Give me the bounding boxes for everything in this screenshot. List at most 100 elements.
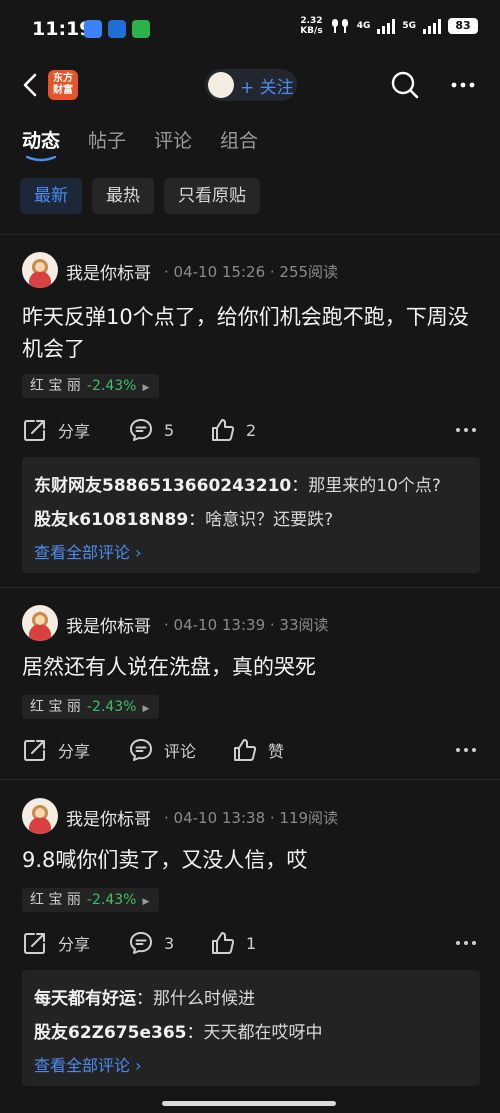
thumbs-up-icon	[234, 739, 257, 761]
comment-user[interactable]: 东财网友5886513660243210	[34, 476, 291, 496]
post-content[interactable]: 9.8喊你们卖了，又没人信，哎	[22, 844, 482, 876]
speed-unit: KB/s	[300, 26, 323, 36]
comment-item[interactable]: 股友k610818N89：啥意识？还要跌?	[34, 505, 468, 539]
avatar[interactable]	[22, 798, 58, 834]
stock-tag[interactable]: 红 宝 丽 -2.43% ▶	[22, 695, 160, 719]
avatar	[208, 72, 234, 98]
divider	[0, 234, 500, 235]
share-button[interactable]: 分享	[22, 928, 90, 958]
eastmoney-logo: 东方 财富	[48, 70, 78, 100]
post-item: 我是你标哥 · 04-10 13:39 · 33阅读 居然还有人说在洗盘，真的哭…	[0, 605, 500, 778]
share-label: 分享	[58, 742, 91, 761]
post-meta: · 04-10 13:39 · 33阅读	[164, 616, 329, 634]
tab-portfolio[interactable]: 组合	[220, 126, 258, 153]
like-button[interactable]: 1	[210, 928, 256, 958]
post-content[interactable]: 昨天反弹10个点了，给你们机会跑不跑，下周没机会了	[22, 301, 482, 365]
filter-hottest[interactable]: 最热	[92, 178, 154, 214]
comment-count: 5	[164, 420, 175, 440]
post-actions: 分享 3 1	[22, 928, 478, 958]
battery-icon: 83	[448, 18, 478, 34]
post-actions: 分享 评论 赞	[22, 735, 478, 765]
thumbs-up-icon	[212, 932, 235, 954]
outlook-app-icon	[108, 20, 126, 38]
tab-posts[interactable]: 帖子	[88, 126, 126, 153]
view-all-comments-link[interactable]: 查看全部评论 ›	[34, 539, 468, 569]
comment-item[interactable]: 每天都有好运：那什么时候进	[34, 984, 468, 1018]
follow-button[interactable]: + 关注	[205, 69, 297, 101]
filter-latest[interactable]: 最新	[20, 178, 82, 214]
comment-text: 啥意识？还要跌?	[205, 510, 334, 530]
share-icon	[24, 933, 45, 954]
tab-comments[interactable]: 评论	[154, 126, 192, 153]
author-name[interactable]: 我是你标哥	[66, 805, 151, 830]
comment-icon	[130, 419, 152, 441]
stock-change: -2.43%	[86, 378, 137, 394]
search-icon[interactable]	[390, 70, 420, 100]
stock-name: 红 宝 丽	[30, 892, 81, 908]
comment-icon	[130, 739, 152, 761]
filter-original-only[interactable]: 只看原贴	[164, 178, 260, 214]
tab-activity[interactable]: 动态	[22, 126, 60, 153]
like-count: 1	[246, 933, 257, 953]
like-label: 赞	[268, 742, 285, 761]
play-icon: ▶	[142, 383, 150, 393]
author-name[interactable]: 我是你标哥	[66, 612, 151, 637]
notification-icons	[84, 20, 150, 38]
signal-icon	[377, 18, 396, 34]
follow-label: + 关注	[240, 77, 294, 98]
like-button[interactable]: 赞	[232, 735, 284, 765]
profile-tabs: 动态 帖子 评论 组合	[22, 126, 258, 153]
comment-count: 3	[164, 933, 175, 953]
comment-user[interactable]: 股友62Z675e365	[34, 1023, 187, 1043]
stock-tag[interactable]: 红 宝 丽 -2.43% ▶	[22, 888, 160, 912]
play-icon: ▶	[142, 704, 150, 714]
back-arrow-icon[interactable]	[16, 70, 46, 100]
more-icon[interactable]	[454, 415, 478, 445]
stock-change: -2.43%	[86, 892, 137, 908]
like-count: 2	[246, 420, 257, 440]
comment-preview: 每天都有好运：那什么时候进 股友62Z675e365：天天都在哎呀中 查看全部评…	[22, 970, 480, 1086]
signal-icon	[423, 18, 441, 34]
divider	[0, 779, 500, 780]
network-type-1: 4G	[356, 21, 371, 31]
post-meta: · 04-10 13:38 · 119阅读	[164, 809, 339, 827]
share-button[interactable]: 分享	[22, 415, 90, 445]
comment-button[interactable]: 3	[128, 928, 174, 958]
network-speed: 2.32 KB/s	[300, 16, 322, 36]
comment-user[interactable]: 股友k610818N89	[34, 510, 188, 530]
comment-text: 那什么时候进	[153, 989, 255, 1009]
post-meta: · 04-10 15:26 · 255阅读	[164, 263, 339, 281]
top-nav: 东方 财富 + 关注	[0, 62, 500, 110]
post-content[interactable]: 居然还有人说在洗盘，真的哭死	[22, 651, 482, 683]
avatar[interactable]	[22, 252, 58, 288]
divider	[0, 587, 500, 588]
comment-item[interactable]: 股友62Z675e365：天天都在哎呀中	[34, 1018, 468, 1052]
more-icon[interactable]	[454, 928, 478, 958]
comment-button[interactable]: 5	[128, 415, 174, 445]
share-icon	[24, 740, 45, 761]
avatar[interactable]	[22, 605, 58, 641]
wechat-app-icon	[132, 20, 150, 38]
more-icon[interactable]	[454, 735, 478, 765]
comment-text: 天天都在哎呀中	[203, 1023, 323, 1043]
comment-preview: 东财网友5886513660243210：那里来的10个点? 股友k610818…	[22, 457, 480, 573]
post-item: 我是你标哥 · 04-10 15:26 · 255阅读 昨天反弹10个点了，给你…	[0, 252, 500, 587]
view-all-comments-link[interactable]: 查看全部评论 ›	[34, 1052, 468, 1082]
network-type-2: 5G	[402, 21, 416, 31]
author-name[interactable]: 我是你标哥	[66, 259, 151, 284]
play-icon: ▶	[142, 897, 150, 907]
comment-user[interactable]: 每天都有好运	[34, 989, 136, 1009]
comment-icon	[130, 932, 152, 954]
like-button[interactable]: 2	[210, 415, 256, 445]
stock-tag[interactable]: 红 宝 丽 -2.43% ▶	[22, 374, 160, 398]
weather-app-icon	[84, 20, 102, 38]
earbuds-icon	[331, 19, 348, 33]
comment-item[interactable]: 东财网友5886513660243210：那里来的10个点?	[34, 471, 468, 505]
more-icon[interactable]	[448, 70, 478, 100]
home-indicator[interactable]	[162, 1101, 336, 1106]
sort-filters: 最新 最热 只看原贴	[20, 178, 260, 214]
speed-value: 2.32	[300, 16, 323, 26]
share-button[interactable]: 分享	[22, 735, 90, 765]
comment-button[interactable]: 评论	[128, 735, 196, 765]
stock-change: -2.43%	[86, 699, 137, 715]
